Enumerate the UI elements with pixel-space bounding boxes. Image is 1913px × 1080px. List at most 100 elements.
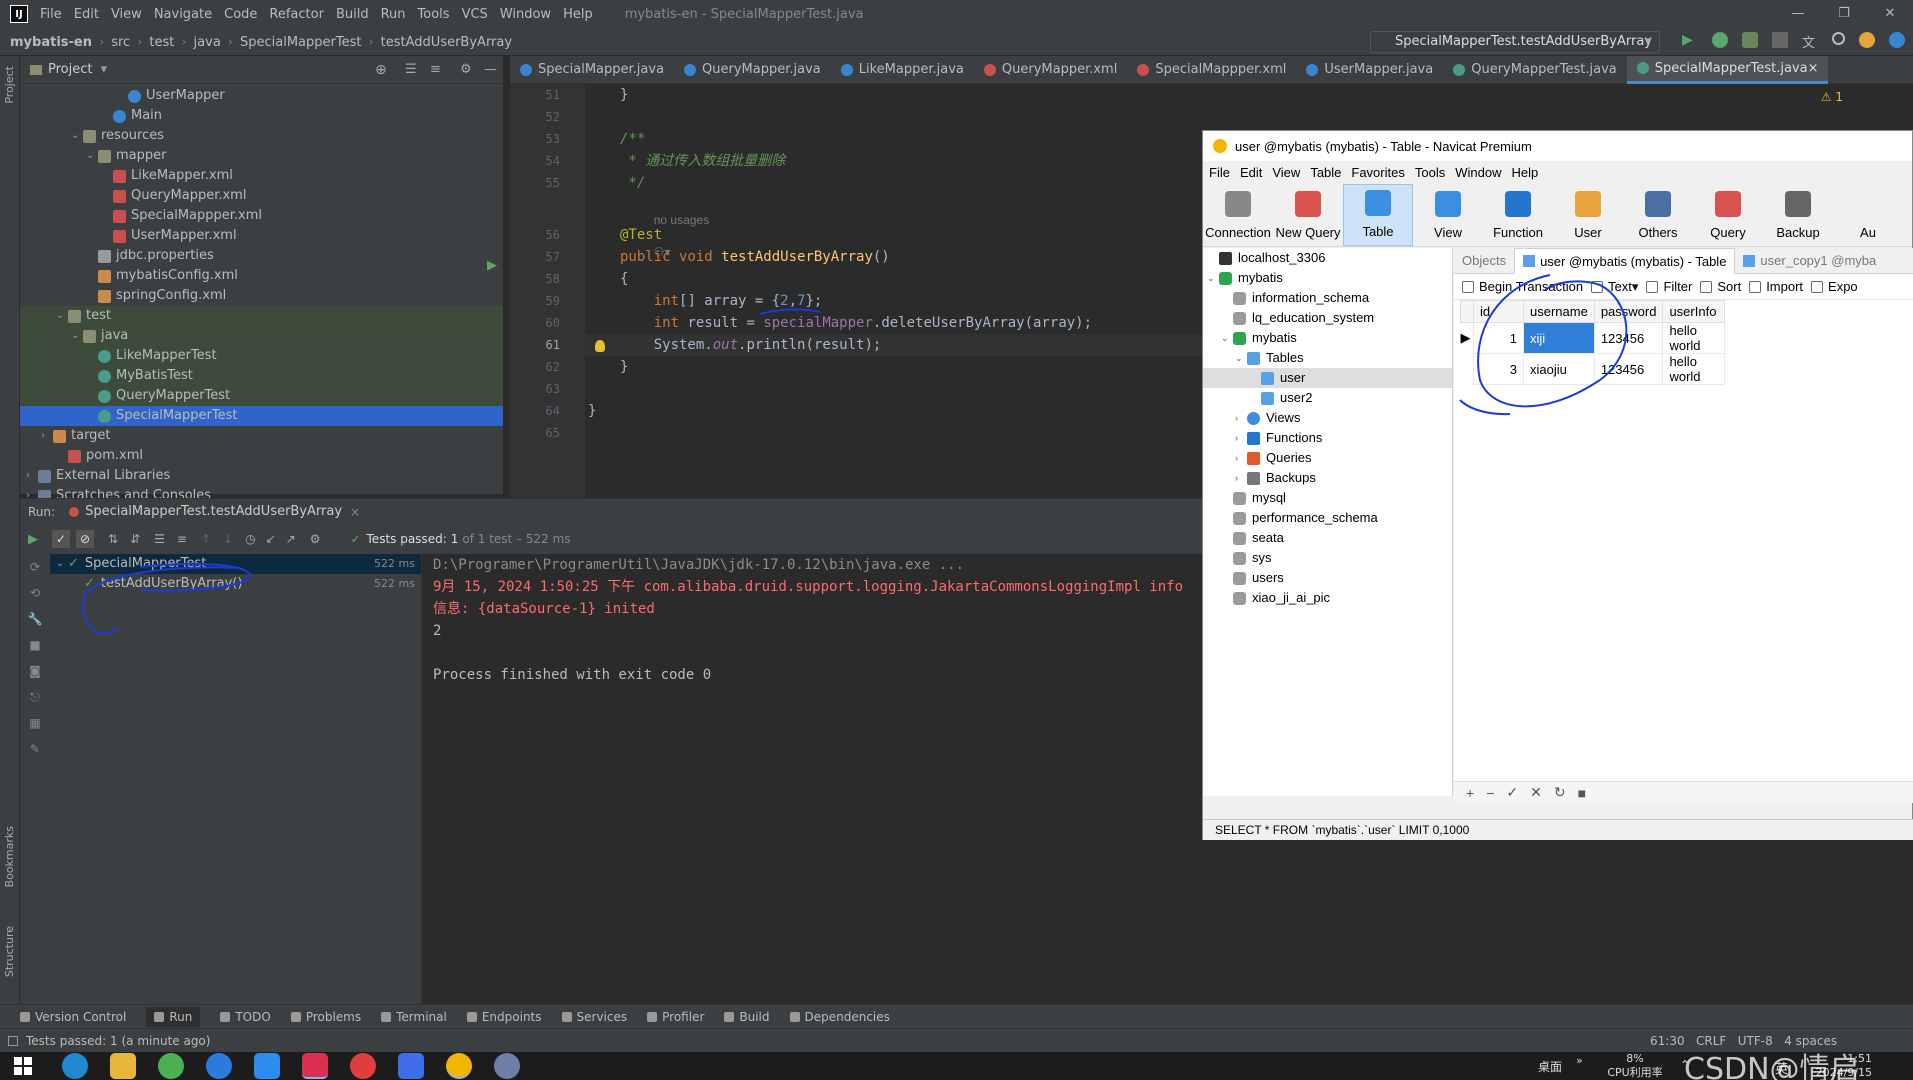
menu-code[interactable]: Code — [224, 7, 257, 22]
editor-tab[interactable]: UserMapper.java — [1296, 56, 1443, 84]
breadcrumb-item[interactable]: testAddUserByArray — [381, 35, 512, 50]
cell-password[interactable]: 123456 — [1593, 353, 1664, 385]
project-tree-item[interactable]: SpecialMapperTest — [20, 406, 503, 426]
project-tree-item[interactable]: ⌄ mapper — [20, 146, 503, 166]
navicat-tree-item[interactable]: seata — [1203, 528, 1452, 548]
toolbar-query-button[interactable]: Query — [1693, 184, 1763, 246]
chevron-down-icon[interactable]: ⌄ — [56, 554, 68, 574]
feishu-icon[interactable] — [254, 1053, 280, 1079]
test-result-item[interactable]: ⌄ ✓ SpecialMapperTest 522 ms — [50, 554, 421, 574]
editor-tab[interactable]: QueryMapper.java — [674, 56, 831, 84]
chevron-down-icon[interactable]: ⌄ — [1235, 348, 1247, 368]
menu-help[interactable]: Help — [563, 7, 593, 22]
chevron-down-icon[interactable]: ⌄ — [71, 126, 83, 146]
breadcrumb-item[interactable]: src — [111, 35, 130, 50]
navicat-menu-view[interactable]: View — [1272, 165, 1300, 180]
menu-refactor[interactable]: Refactor — [269, 7, 324, 22]
menu-window[interactable]: Window — [500, 7, 551, 22]
navicat-tree-item[interactable]: ⌄ mybatis — [1203, 328, 1452, 348]
toolbar-user-button[interactable]: User — [1553, 184, 1623, 246]
project-tree-item[interactable]: › External Libraries — [20, 466, 503, 486]
table-row[interactable]: 3 xiaojiu 123456 hello world — [1461, 353, 1726, 385]
action-begin-transaction[interactable]: Begin Transaction — [1462, 279, 1583, 294]
netease-music-icon[interactable] — [350, 1053, 376, 1079]
close-tab-icon[interactable]: × — [350, 505, 360, 519]
navicat-tree-item[interactable]: information_schema — [1203, 288, 1452, 308]
stop-icon[interactable] — [1772, 32, 1788, 48]
stop-icon[interactable]: ■ — [20, 632, 50, 658]
status-toggle-icon[interactable] — [8, 1035, 18, 1046]
project-tree-item[interactable]: MyBatisTest — [20, 366, 503, 386]
tool-tab-dependencies[interactable]: Dependencies — [789, 1010, 890, 1024]
cell-password[interactable]: 123456 — [1593, 322, 1664, 354]
desktop-toolbar-label[interactable]: 桌面 — [1538, 1058, 1562, 1075]
expand-all-icon[interactable]: ☰ — [154, 532, 165, 546]
editor-tab[interactable]: QueryMapper.xml — [974, 56, 1127, 84]
object-tab[interactable]: user @mybatis (mybatis) - Table — [1514, 247, 1736, 274]
project-tree-item[interactable]: QueryMapper.xml — [20, 186, 503, 206]
project-tool-window-label[interactable]: Project — [3, 66, 16, 104]
navicat-tree-item[interactable]: mysql — [1203, 488, 1452, 508]
tool-app-icon[interactable] — [494, 1053, 520, 1079]
chevron-down-icon[interactable]: ⌄ — [1207, 268, 1219, 288]
locate-icon[interactable]: ⊕ — [375, 62, 387, 78]
tool-tab-problems[interactable]: Problems — [290, 1010, 361, 1024]
edge-browser-icon[interactable] — [62, 1053, 88, 1079]
record-control[interactable]: + — [1466, 785, 1474, 801]
navicat-menu-tools[interactable]: Tools — [1415, 165, 1445, 180]
column-header-id[interactable]: id — [1473, 300, 1524, 323]
run-gutter-icon[interactable]: ▶ — [487, 258, 497, 273]
gear-icon[interactable]: ⚙ — [460, 62, 472, 77]
record-control[interactable]: ↻ — [1554, 784, 1566, 801]
cell-userinfo[interactable]: hello world — [1662, 353, 1726, 385]
action-filter[interactable]: Filter — [1646, 279, 1692, 294]
menu-navigate[interactable]: Navigate — [154, 7, 212, 22]
user-table-grid[interactable]: id username password userInfo ▶ 1 xiji 123456 h… — [1460, 300, 1726, 385]
navicat-menu-favorites[interactable]: Favorites — [1351, 165, 1404, 180]
tool-tab-services[interactable]: Services — [561, 1010, 627, 1024]
history-icon[interactable]: ◷ — [245, 532, 255, 546]
cell-userinfo[interactable]: hello world — [1662, 322, 1726, 354]
menu-view[interactable]: View — [111, 7, 142, 22]
browser-green-icon[interactable] — [158, 1053, 184, 1079]
project-panel-title[interactable]: Project — [48, 62, 92, 77]
action-import[interactable]: Import — [1749, 279, 1803, 294]
column-header-username[interactable]: username — [1523, 300, 1595, 323]
chevron-down-icon[interactable]: ⌄ — [1221, 328, 1233, 348]
menu-tools[interactable]: Tools — [418, 7, 450, 22]
navicat-menu-file[interactable]: File — [1209, 165, 1230, 180]
chevron-right-icon[interactable]: › — [1235, 428, 1247, 448]
toolbar-others-button[interactable]: Others — [1623, 184, 1693, 246]
chevron-down-icon[interactable]: ⌄ — [86, 146, 98, 166]
navicat-tree-item[interactable]: xiao_ji_ai_pic — [1203, 588, 1452, 608]
export-tests-icon[interactable]: ↗ — [286, 532, 296, 546]
breadcrumb-item[interactable]: java — [194, 35, 221, 50]
chevron-right-icon[interactable]: › — [1235, 448, 1247, 468]
windows-start-icon[interactable] — [14, 1057, 32, 1075]
breadcrumb-item[interactable]: SpecialMapperTest — [240, 35, 361, 50]
record-control[interactable]: − — [1486, 785, 1494, 801]
test-result-item[interactable]: ✓ testAddUserByArray() 522 ms — [50, 574, 421, 594]
navicat-tree-item[interactable]: ⌄ mybatis — [1203, 268, 1452, 288]
editor-tab[interactable]: QueryMapperTest.java — [1443, 56, 1627, 84]
navicat-menu-edit[interactable]: Edit — [1240, 165, 1262, 180]
navicat-tree-item[interactable]: sys — [1203, 548, 1452, 568]
navicat-tree-item[interactable]: › Queries — [1203, 448, 1452, 468]
collapse-all-icon[interactable]: ≡ — [177, 532, 187, 546]
object-tab[interactable]: user_copy1 @myba — [1735, 248, 1884, 274]
sort-alpha-icon[interactable]: ⇅ — [108, 532, 118, 546]
breadcrumb-item[interactable]: test — [149, 35, 174, 50]
navicat-menu-window[interactable]: Window — [1455, 165, 1501, 180]
table-row[interactable]: ▶ 1 xiji 123456 hello world — [1461, 322, 1726, 354]
project-tree-item[interactable]: springConfig.xml — [20, 286, 503, 306]
run-tab[interactable]: SpecialMapperTest.testAddUserByArray — [85, 504, 342, 519]
editor-tab[interactable]: LikeMapper.java — [831, 56, 974, 84]
project-tree-item[interactable]: pom.xml — [20, 446, 503, 466]
navicat-tree-item[interactable]: lq_education_system — [1203, 308, 1452, 328]
translate-icon[interactable]: 文 — [1802, 32, 1818, 51]
action-text[interactable]: Text ▾ — [1591, 279, 1638, 295]
minimize-icon[interactable]: — — [1775, 0, 1821, 28]
column-header-password[interactable]: password — [1593, 300, 1664, 323]
search-icon[interactable] — [1832, 32, 1845, 45]
action-expo[interactable]: Expo — [1811, 279, 1858, 294]
